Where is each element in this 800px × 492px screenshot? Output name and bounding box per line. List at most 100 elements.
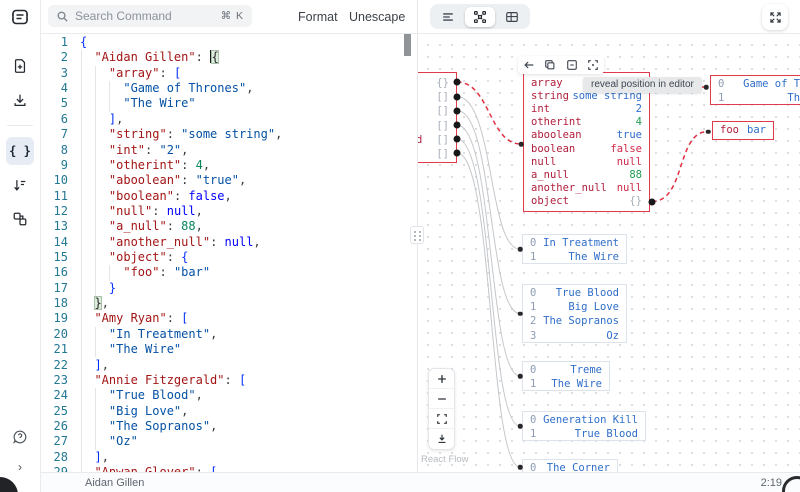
collapse-node-button[interactable] — [564, 57, 580, 73]
table-view-icon — [505, 10, 519, 24]
unescape-button[interactable]: Unescape — [349, 0, 405, 33]
zoom-out-button[interactable] — [429, 389, 454, 409]
code-token: "Big Love" — [108, 403, 182, 418]
graph-node-array-values[interactable]: 0Game of Thrones 1The Wire — [710, 75, 800, 105]
focus-node-button[interactable] — [585, 57, 601, 73]
code-token: , — [246, 81, 254, 96]
json-view-button[interactable]: { } — [6, 137, 34, 165]
code-token: null — [224, 234, 254, 249]
node-row: [] — [436, 105, 449, 118]
code-token: , — [195, 219, 203, 234]
list-view-button[interactable] — [433, 7, 463, 27]
list-view-icon — [441, 10, 455, 24]
copy-button[interactable] — [542, 57, 558, 73]
graph-node-alice-farmer[interactable]: 0 The Corner — [522, 459, 618, 473]
help-button[interactable] — [6, 423, 34, 451]
node-row: rd[] — [418, 133, 449, 146]
code-line: 9 "otherint": 4, — [40, 158, 418, 173]
node-row: null null — [531, 155, 642, 168]
code-token: null — [166, 203, 196, 218]
code-token: "string" — [108, 127, 167, 142]
code-line: 24 "True Blood", — [40, 388, 418, 403]
code-line: 27 "Oz" — [40, 434, 418, 449]
code-token: "object" — [108, 250, 167, 265]
code-line: 22 ], — [40, 358, 418, 373]
code-line: 7 "string": "some string", — [40, 127, 418, 142]
graph-node-object-foo[interactable]: foo bar — [712, 121, 774, 140]
code-line: 26 "The Sopranos", — [40, 419, 418, 434]
code-line: 13 "a_null": 88, — [40, 219, 418, 234]
line-number: 15 — [53, 250, 68, 265]
code-token: "foo" — [123, 265, 160, 280]
code-token: ] — [94, 357, 102, 372]
compare-json-button[interactable] — [6, 205, 34, 233]
graph-node-amy-ryan[interactable]: 0 In Treatment 1 The Wire — [522, 234, 627, 264]
breadcrumb[interactable]: Aidan Gillen — [85, 477, 144, 489]
edge-handle[interactable] — [453, 93, 461, 100]
table-view-button[interactable] — [497, 7, 527, 27]
panel-resize-handle[interactable] — [410, 226, 424, 244]
code-area[interactable]: 1{2 "Aidan Gillen": {3 "array": [4 "Game… — [40, 35, 418, 473]
code-token: , — [181, 403, 189, 418]
line-number: 24 — [53, 388, 68, 403]
code-line: 3 "array": [ — [40, 66, 418, 81]
zoom-in-button[interactable] — [429, 369, 454, 389]
code-token: "bar" — [173, 265, 211, 280]
code-line: 2 "Aidan Gillen": { — [40, 50, 418, 65]
search-placeholder: Search Command — [75, 9, 172, 23]
code-line: 23 "Annie Fitzgerald": [ — [40, 373, 418, 388]
graph-node-anwan-glover[interactable]: 0 Treme 1 The Wire — [522, 361, 610, 391]
linked-nodes-icon — [12, 211, 28, 227]
code-token: "The Wire" — [123, 96, 196, 111]
edge-endpoint — [517, 246, 523, 252]
search-command-box[interactable]: Search Command ⌘ K — [48, 5, 252, 27]
graph-node-alexander-skarsgard[interactable]: 0 Generation Kill 1 True Blood — [522, 411, 646, 441]
graph-canvas[interactable]: {}[][][]rd[][] array[]stringsome stringi… — [418, 33, 800, 473]
new-document-button[interactable] — [6, 52, 34, 80]
download-image-button[interactable] — [429, 429, 454, 449]
edge-handle[interactable] — [453, 149, 461, 157]
node-row: 1The Wire — [530, 251, 619, 263]
edge-handle[interactable] — [453, 78, 461, 86]
code-token: "Annie Fitzgerald" — [94, 372, 225, 387]
code-token: : — [181, 173, 196, 188]
app-logo-icon[interactable] — [10, 7, 30, 27]
edge-handle[interactable] — [453, 121, 461, 129]
graph-node-aidan-gillen[interactable]: array[]stringsome stringint2otherint4abo… — [523, 72, 650, 212]
graph-node-root[interactable]: {}[][][]rd[][] — [418, 72, 457, 163]
sort-button[interactable] — [6, 171, 34, 199]
fit-view-button[interactable] — [429, 409, 454, 429]
edge-handle[interactable] — [453, 135, 461, 143]
code-line: 18 }, — [40, 296, 418, 311]
line-number: 12 — [53, 203, 68, 218]
editor-scrollbar[interactable] — [404, 33, 411, 56]
reveal-tooltip: reveal position in editor — [583, 77, 702, 93]
code-token: "Game of Thrones" — [123, 81, 247, 96]
line-number: 19 — [53, 311, 68, 326]
format-button[interactable]: Format — [298, 0, 338, 33]
line-number: 27 — [53, 434, 68, 449]
sidebar-divider — [7, 125, 33, 126]
edge-handle[interactable] — [648, 198, 656, 205]
code-line: 25 "Big Love", — [40, 404, 418, 419]
fullscreen-button[interactable] — [762, 4, 788, 30]
graph-view-button[interactable] — [465, 6, 495, 27]
edge-handle[interactable] — [453, 107, 461, 114]
download-button[interactable] — [6, 86, 34, 114]
line-number: 8 — [60, 142, 68, 157]
node-row: 1 Big Love — [530, 301, 619, 314]
file-plus-icon — [12, 58, 28, 74]
graph-node-annie-fitzgerald[interactable]: 0 True Blood 1 Big Love 2 The Sopranos 3 Oz — [522, 284, 627, 343]
code-token: : — [173, 188, 189, 203]
code-token: , — [210, 326, 218, 341]
collapse-sidebar-button[interactable]: › — [18, 460, 22, 474]
code-token: , — [224, 188, 232, 203]
node-row: 0 In Treatment — [530, 237, 619, 249]
code-token: ] — [94, 449, 102, 464]
json-editor[interactable]: 1{2 "Aidan Gillen": {3 "array": [4 "Game… — [40, 33, 418, 473]
node-row: 0 Treme — [530, 364, 602, 376]
back-button[interactable] — [521, 57, 537, 73]
indent-guide — [80, 50, 82, 473]
